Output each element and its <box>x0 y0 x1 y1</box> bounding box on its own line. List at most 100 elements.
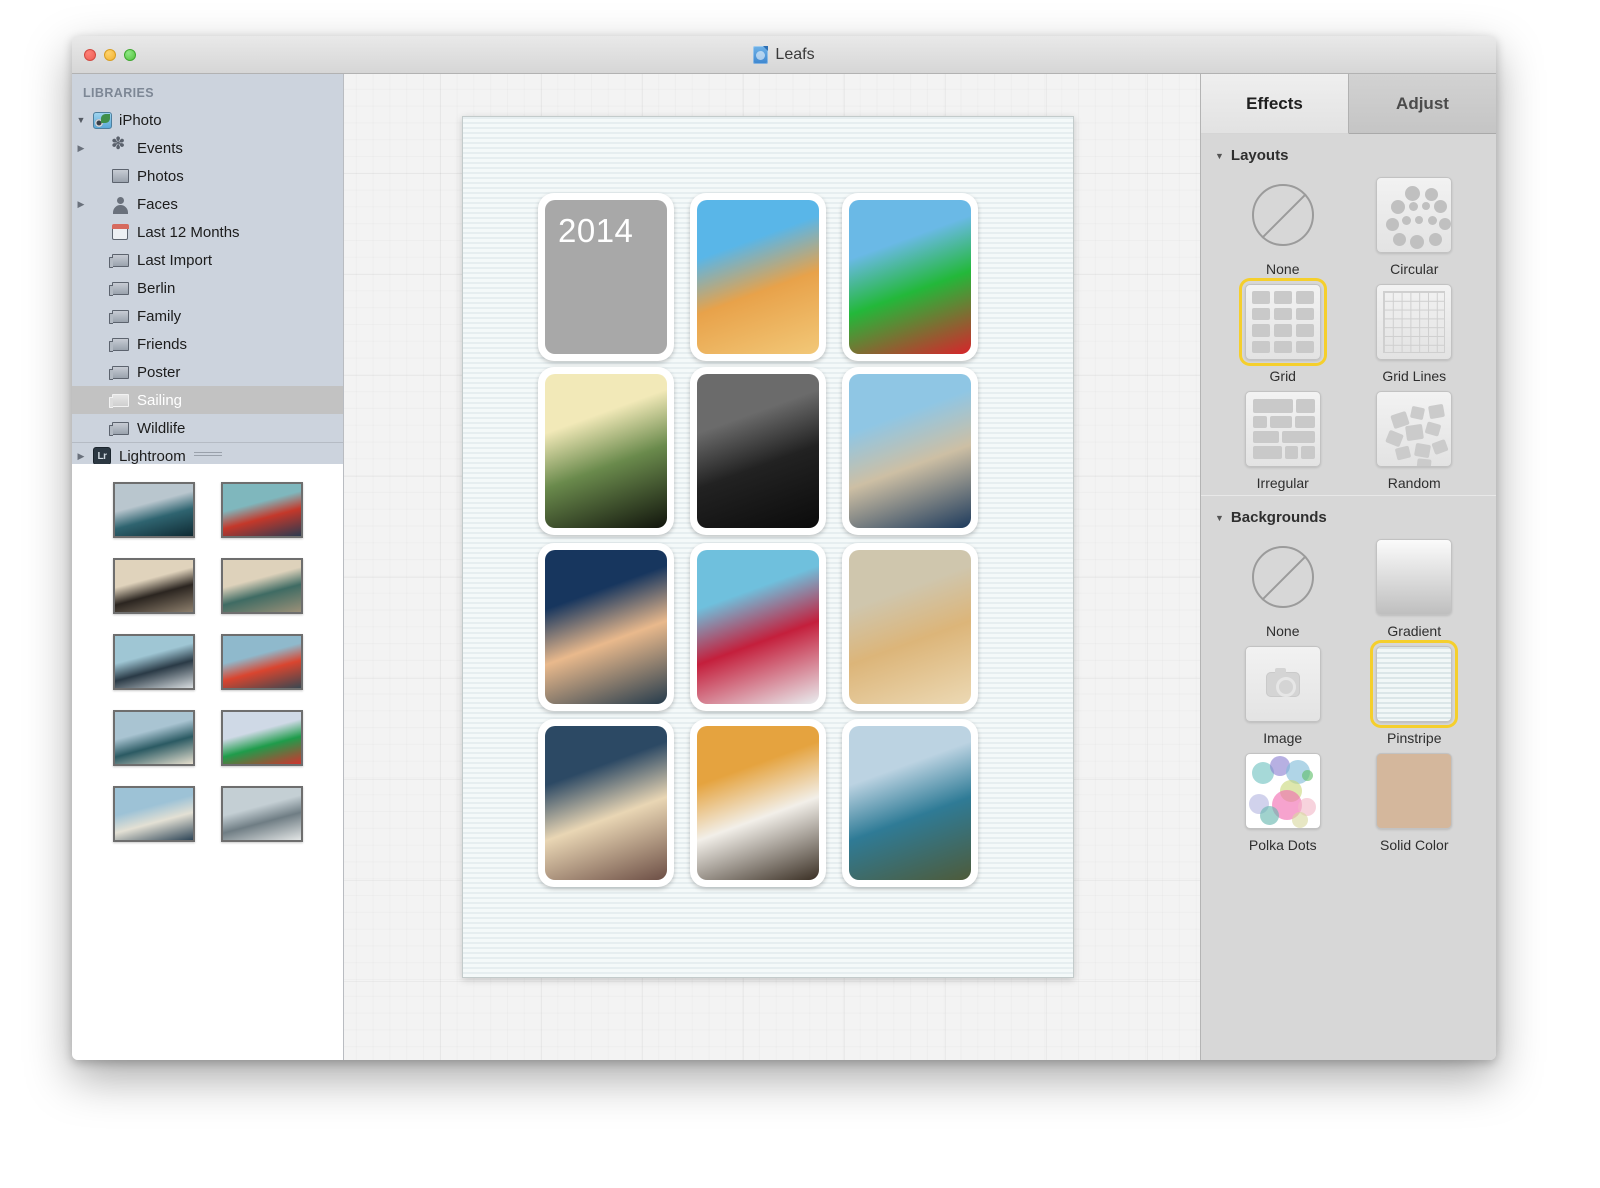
option-grid-lines[interactable]: Grid Lines <box>1349 281 1481 384</box>
gradient-background-thumb <box>1376 539 1453 615</box>
photo-grid: 2014 <box>538 191 992 895</box>
option-label: Grid <box>1269 368 1296 384</box>
sidebar-item-berlin[interactable]: Berlin <box>72 274 343 302</box>
option-thumbnail[interactable] <box>1373 174 1455 256</box>
sailor-winch-photo[interactable] <box>220 482 303 538</box>
photo-cell <box>690 367 840 543</box>
option-polka-dots[interactable]: Polka Dots <box>1217 750 1349 853</box>
disclosure-triangle-icon[interactable]: ▼ <box>1215 513 1224 523</box>
glass-rail-photo[interactable] <box>220 786 303 842</box>
sidebar-item-sailing[interactable]: Sailing <box>72 386 343 414</box>
tab-label: Adjust <box>1396 93 1449 113</box>
sidebar-item-photos[interactable]: Photos <box>72 162 343 190</box>
sidebar-item-last-12-months[interactable]: Last 12 Months <box>72 218 343 246</box>
sidebar-item-friends[interactable]: Friends <box>72 330 343 358</box>
sidebar-item-iphoto[interactable]: ▼ iPhoto <box>72 106 343 134</box>
disclosure-triangle-icon[interactable]: ▶ <box>72 199 90 210</box>
photo-cell <box>842 719 992 895</box>
coastal-town-photo[interactable] <box>842 367 978 535</box>
ocean-cliff-photo[interactable] <box>842 719 978 887</box>
sidebar-item-wildlife[interactable]: Wildlife <box>72 414 343 442</box>
wheat-field-photo[interactable] <box>842 543 978 711</box>
option-thumbnail[interactable] <box>1373 750 1455 832</box>
photo-image <box>849 200 971 354</box>
black-sand-photo[interactable] <box>690 367 826 535</box>
inspector-tabs: Effects Adjust <box>1201 74 1496 134</box>
train-station-photo[interactable] <box>690 193 826 361</box>
window-body: LIBRARIES ▼ iPhoto ▶ Events Photos ▶ Faces Last… <box>72 74 1496 1060</box>
rope-coast-photo[interactable] <box>112 710 195 766</box>
option-thumbnail[interactable] <box>1242 388 1324 470</box>
tab-adjust[interactable]: Adjust <box>1349 74 1496 134</box>
thumbnail-browser[interactable] <box>72 464 343 1060</box>
option-irregular[interactable]: Irregular <box>1217 388 1349 491</box>
irregular-layout-thumb <box>1244 391 1321 467</box>
year-tile[interactable]: 2014 <box>538 193 674 361</box>
option-none[interactable]: None <box>1217 536 1349 639</box>
option-thumbnail[interactable] <box>1373 643 1455 725</box>
option-image[interactable]: Image <box>1217 643 1349 746</box>
sidebar-item-poster[interactable]: Poster <box>72 358 343 386</box>
option-circular[interactable]: Circular <box>1349 174 1481 277</box>
green-sea-photo[interactable] <box>538 367 674 535</box>
sidebar-item-label: Events <box>137 139 183 157</box>
option-thumbnail[interactable] <box>1373 536 1455 618</box>
sidebar-item-label: Family <box>137 307 182 325</box>
disclosure-triangle-icon[interactable]: ▼ <box>72 115 90 125</box>
option-pinstripe[interactable]: Pinstripe <box>1349 643 1481 746</box>
option-thumbnail[interactable] <box>1242 281 1324 363</box>
page-sheet[interactable]: 2014 <box>462 116 1074 978</box>
green-arrow-photo[interactable] <box>842 193 978 361</box>
minimize-button[interactable] <box>104 49 116 61</box>
sidebar-item-label: Photos <box>137 167 184 185</box>
hat-sea-photo[interactable] <box>112 786 195 842</box>
option-solid-color[interactable]: Solid Color <box>1349 750 1481 853</box>
option-label: Polka Dots <box>1248 837 1317 853</box>
wine-bottles-photo[interactable] <box>112 558 195 614</box>
close-button[interactable] <box>84 49 96 61</box>
option-thumbnail[interactable] <box>1373 281 1455 363</box>
thumbnail-row <box>112 482 303 538</box>
disclosure-triangle-icon[interactable]: ▼ <box>1215 151 1224 161</box>
polka-dots-background-thumb <box>1244 753 1321 829</box>
sidebar-item-last-import[interactable]: Last Import <box>72 246 343 274</box>
church-square-photo[interactable] <box>538 719 674 887</box>
option-thumbnail[interactable] <box>1242 750 1324 832</box>
sidebar-item-label: Faces <box>137 195 178 213</box>
option-thumbnail[interactable] <box>1242 536 1324 618</box>
life-vest-photo[interactable] <box>220 634 303 690</box>
zoom-button[interactable] <box>124 49 136 61</box>
photo-cell <box>690 191 840 367</box>
option-gradient[interactable]: Gradient <box>1349 536 1481 639</box>
sidebar-item-family[interactable]: Family <box>72 302 343 330</box>
photo-cell <box>690 719 840 895</box>
tab-effects[interactable]: Effects <box>1201 74 1349 134</box>
sidebar-item-label: Sailing <box>137 391 183 409</box>
disclosure-triangle-icon[interactable]: ▶ <box>72 143 90 154</box>
sea-horizon-photo[interactable] <box>112 482 195 538</box>
alley-door-photo[interactable] <box>220 558 303 614</box>
sidebar-item-events[interactable]: ▶ Events <box>72 134 343 162</box>
sidebar-split-handle[interactable] <box>72 442 343 464</box>
section-header-backgrounds[interactable]: ▼ Backgrounds <box>1201 496 1496 536</box>
photo-image <box>697 374 819 528</box>
section-header-layouts[interactable]: ▼ Layouts <box>1201 134 1496 174</box>
flag-sky-photo[interactable] <box>220 710 303 766</box>
libraries-list: ▼ iPhoto ▶ Events Photos ▶ Faces Last 12 Months… <box>72 106 343 464</box>
sidebar-item-faces[interactable]: ▶ Faces <box>72 190 343 218</box>
layout-canvas[interactable]: 2014 <box>344 74 1200 1060</box>
option-thumbnail[interactable] <box>1242 174 1324 256</box>
option-thumbnail[interactable] <box>1373 388 1455 470</box>
option-random[interactable]: Random <box>1349 388 1481 491</box>
option-none[interactable]: None <box>1217 174 1349 277</box>
photo-cell: 2014 <box>538 191 688 367</box>
grid-lines-layout-thumb <box>1376 284 1453 360</box>
orange-hall-photo[interactable] <box>690 719 826 887</box>
grid-layout-thumb <box>1244 284 1321 360</box>
title-bar: Leafs <box>72 36 1496 74</box>
option-thumbnail[interactable] <box>1242 643 1324 725</box>
sailing-deck-photo[interactable] <box>112 634 195 690</box>
sunset-sea-photo[interactable] <box>538 543 674 711</box>
option-grid[interactable]: Grid <box>1217 281 1349 384</box>
red-blades-photo[interactable] <box>690 543 826 711</box>
